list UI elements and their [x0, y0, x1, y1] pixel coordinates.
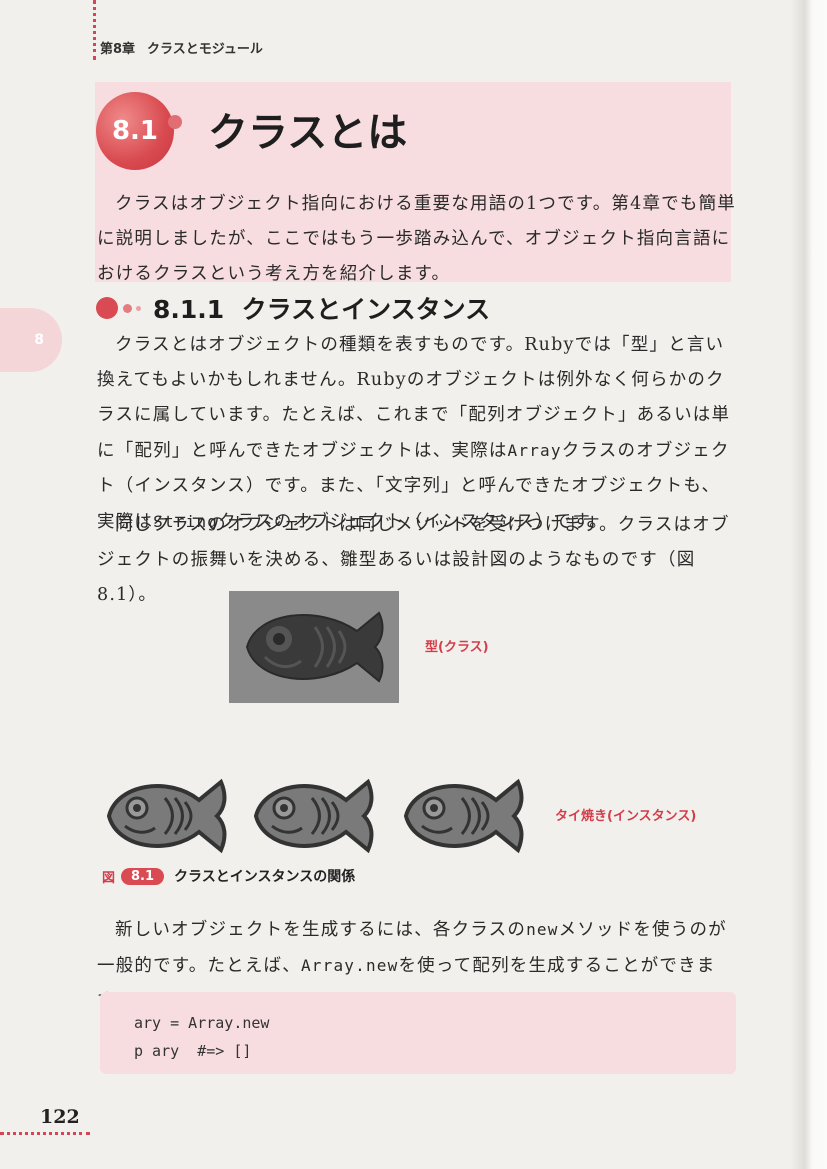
mold-label: 型(クラス)	[425, 640, 489, 655]
subsection-title: 8.1.1 クラスとインスタンス	[153, 290, 490, 326]
same-class-paragraph: 同じクラスのオブジェクトは同じメソッドを受けつけます。クラスはオブジェクトの振舞…	[97, 515, 730, 605]
code-new: new	[526, 920, 559, 939]
figure-number: 8.1	[121, 867, 165, 885]
code-line-1: ary = Array.new	[134, 1014, 270, 1032]
mold-image	[229, 591, 399, 703]
bottom-dotted-rule	[0, 1132, 90, 1135]
section-number: 8.1	[111, 116, 159, 146]
figure-caption-text: クラスとインスタンスの関係	[174, 869, 356, 885]
code-array-new: Array.new	[300, 956, 399, 975]
new-text-1: 新しいオブジェクトを生成するには、各クラスの	[115, 920, 527, 940]
mold-fish-icon	[245, 611, 384, 683]
section-number-badge: 8.1	[96, 92, 174, 170]
chapter-title: クラスとモジュール	[147, 42, 263, 57]
running-header: 第8章 クラスとモジュール	[100, 38, 275, 57]
chapter-label: 第8章	[100, 42, 136, 57]
top-dotted-rule	[93, 0, 96, 60]
badge-bubble-decoration	[168, 115, 182, 129]
figure-prefix: 図	[102, 870, 116, 886]
subsection-heading: 8.1.1 クラスとインスタンス	[96, 288, 490, 328]
page-number: 122	[40, 1106, 80, 1128]
taiyaki-fish-icon	[403, 778, 524, 854]
instance-label: タイ焼き(インスタンス)	[555, 809, 697, 824]
section-title: クラスとは	[208, 110, 408, 156]
taiyaki-fish-icon	[253, 778, 374, 854]
taiyaki-fish-icon	[106, 778, 227, 854]
subsection-text: クラスとインスタンス	[241, 295, 491, 324]
page-spine-shadow	[790, 0, 827, 1169]
bullet-dot-icon	[123, 303, 132, 313]
bullet-dot-icon	[136, 305, 141, 311]
intro-paragraph: クラスはオブジェクト指向における重要な用語の1つです。第4章でも簡単に説明しまし…	[97, 194, 736, 284]
figure-caption: 図 8.1 クラスとインスタンスの関係	[102, 866, 355, 886]
subsection-number: 8.1.1	[153, 295, 225, 324]
bullet-dot-icon	[96, 297, 118, 319]
code-array: Array	[507, 441, 562, 460]
chapter-thumb-number: 8	[34, 332, 44, 348]
chapter-thumb-tab: 8	[0, 308, 62, 372]
code-line-2: p ary #=> []	[134, 1042, 252, 1060]
code-block	[100, 992, 736, 1074]
